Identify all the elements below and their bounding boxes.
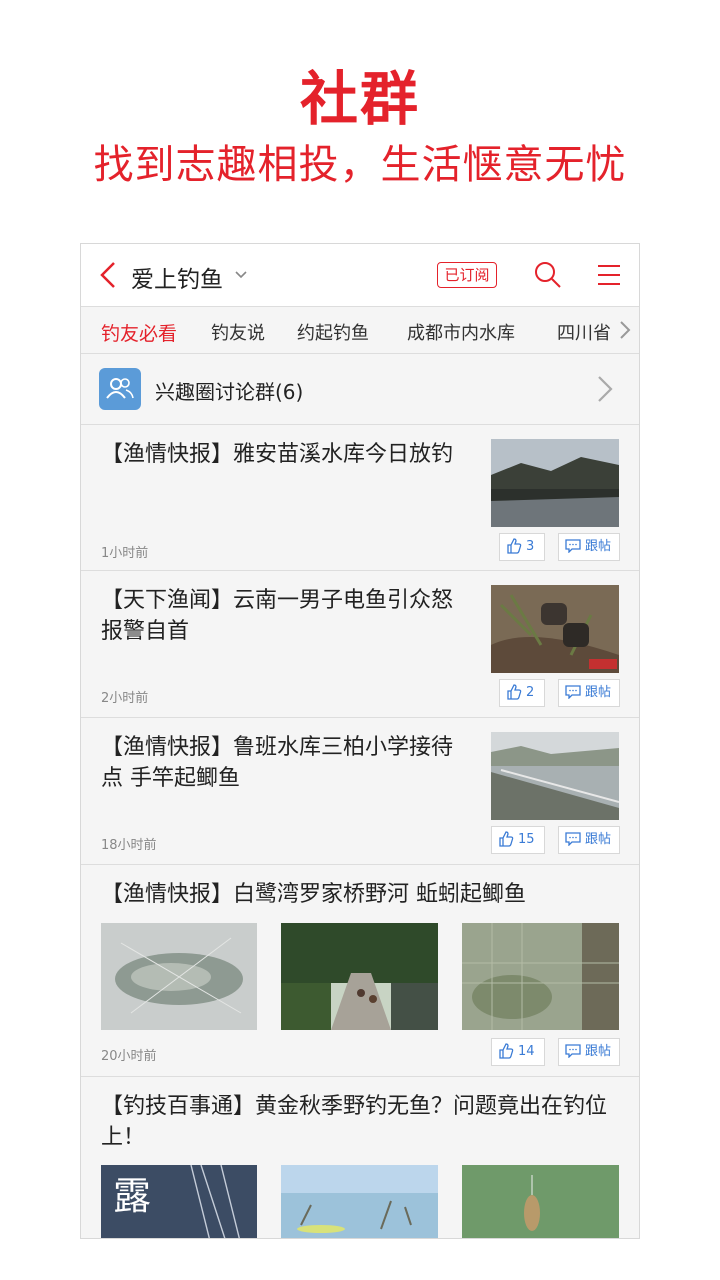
like-button[interactable]: 15 xyxy=(491,826,545,854)
post-time: 1小时前 xyxy=(101,546,149,561)
reply-button[interactable]: 跟帖 xyxy=(558,679,620,707)
like-count: 15 xyxy=(518,832,535,847)
reply-button[interactable]: 跟帖 xyxy=(558,533,620,561)
reply-label: 跟帖 xyxy=(585,685,612,700)
app-screen: 爱上钓鱼 已订阅 钓友必看 钓友说 约起钓鱼 成都市内水库 四川省 兴趣圈讨论群… xyxy=(80,243,640,1239)
tab-go-fishing[interactable]: 约起钓鱼 xyxy=(297,319,369,345)
post-thumbnail[interactable] xyxy=(491,732,619,820)
post-thumbnail[interactable] xyxy=(491,585,619,673)
menu-icon[interactable] xyxy=(595,262,623,288)
subscribed-button[interactable]: 已订阅 xyxy=(437,262,497,288)
reply-button[interactable]: 跟帖 xyxy=(558,826,620,854)
post-item[interactable]: 【天下渔闻】云南一男子电鱼引众怒 报警自首 2小时前 2 跟帖 xyxy=(81,571,639,718)
post-title[interactable]: 【钓技百事通】黄金秋季野钓无鱼？问题竟出在钓位上！ xyxy=(101,1091,621,1153)
thumbs-up-icon xyxy=(499,1043,514,1059)
like-button[interactable]: 2 xyxy=(499,679,545,707)
interest-group-row[interactable]: 兴趣圈讨论群(6) xyxy=(81,354,639,425)
tab-anglers-say[interactable]: 钓友说 xyxy=(211,319,265,345)
reply-button[interactable]: 跟帖 xyxy=(558,1038,620,1066)
promo-title: 社群 xyxy=(299,65,420,133)
post-title[interactable]: 【天下渔闻】云南一男子电鱼引众怒 报警自首 xyxy=(101,585,461,647)
reply-label: 跟帖 xyxy=(585,1044,612,1059)
comment-icon xyxy=(565,1044,581,1058)
reply-label: 跟帖 xyxy=(585,539,612,554)
tab-must-see[interactable]: 钓友必看 xyxy=(101,319,177,346)
reply-label: 跟帖 xyxy=(585,832,612,847)
chevron-down-icon[interactable] xyxy=(235,270,247,280)
like-count: 3 xyxy=(526,539,535,554)
post-thumbnail[interactable] xyxy=(281,923,438,1030)
post-time: 18小时前 xyxy=(101,838,157,853)
thumbs-up-icon xyxy=(499,831,514,847)
promo-subtitle: 找到志趣相投，生活惬意无忧 xyxy=(93,142,627,188)
category-tabs: 钓友必看 钓友说 约起钓鱼 成都市内水库 四川省 xyxy=(81,307,639,354)
group-chat-icon xyxy=(99,368,141,410)
post-time: 20小时前 xyxy=(101,1049,157,1064)
dew-character: 露 xyxy=(113,1174,151,1218)
forum-title[interactable]: 爱上钓鱼 xyxy=(131,260,223,294)
top-bar: 爱上钓鱼 已订阅 xyxy=(81,244,639,307)
post-thumbnail[interactable] xyxy=(462,923,619,1030)
thumbs-up-icon xyxy=(507,684,522,700)
post-thumbnail[interactable]: 露 xyxy=(101,1165,257,1238)
back-arrow-icon[interactable] xyxy=(97,260,121,290)
post-item[interactable]: 【钓技百事通】黄金秋季野钓无鱼？问题竟出在钓位上！ 露 xyxy=(81,1077,639,1238)
comment-icon xyxy=(565,832,581,846)
like-count: 2 xyxy=(526,685,535,700)
post-thumbnail[interactable] xyxy=(101,923,257,1030)
post-item[interactable]: 【渔情快报】雅安苗溪水库今日放钓 1小时前 3 跟帖 xyxy=(81,425,639,571)
post-thumbnail[interactable] xyxy=(462,1165,619,1238)
like-button[interactable]: 14 xyxy=(491,1038,545,1066)
post-title[interactable]: 【渔情快报】白鹭湾罗家桥野河 蚯蚓起鲫鱼 xyxy=(101,879,621,910)
search-icon[interactable] xyxy=(533,260,563,290)
chevron-right-icon[interactable] xyxy=(617,319,633,341)
post-title[interactable]: 【渔情快报】雅安苗溪水库今日放钓 xyxy=(101,439,461,470)
tab-sichuan[interactable]: 四川省 xyxy=(557,319,611,345)
comment-icon xyxy=(565,539,581,553)
post-thumbnail[interactable] xyxy=(491,439,619,527)
post-item[interactable]: 【渔情快报】白鹭湾罗家桥野河 蚯蚓起鲫鱼 20小时前 14 跟帖 xyxy=(81,865,639,1077)
post-thumbnail[interactable] xyxy=(281,1165,438,1238)
like-button[interactable]: 3 xyxy=(499,533,545,561)
post-title[interactable]: 【渔情快报】鲁班水库三柏小学接待点 手竿起鲫鱼 xyxy=(101,732,461,794)
comment-icon xyxy=(565,685,581,699)
chevron-right-icon[interactable] xyxy=(595,374,615,404)
thumbs-up-icon xyxy=(507,538,522,554)
like-count: 14 xyxy=(518,1044,535,1059)
tab-chengdu-reservoirs[interactable]: 成都市内水库 xyxy=(407,319,515,345)
post-time: 2小时前 xyxy=(101,691,149,706)
post-item[interactable]: 【渔情快报】鲁班水库三柏小学接待点 手竿起鲫鱼 18小时前 15 跟帖 xyxy=(81,718,639,865)
group-label: 兴趣圈讨论群(6) xyxy=(155,380,304,404)
